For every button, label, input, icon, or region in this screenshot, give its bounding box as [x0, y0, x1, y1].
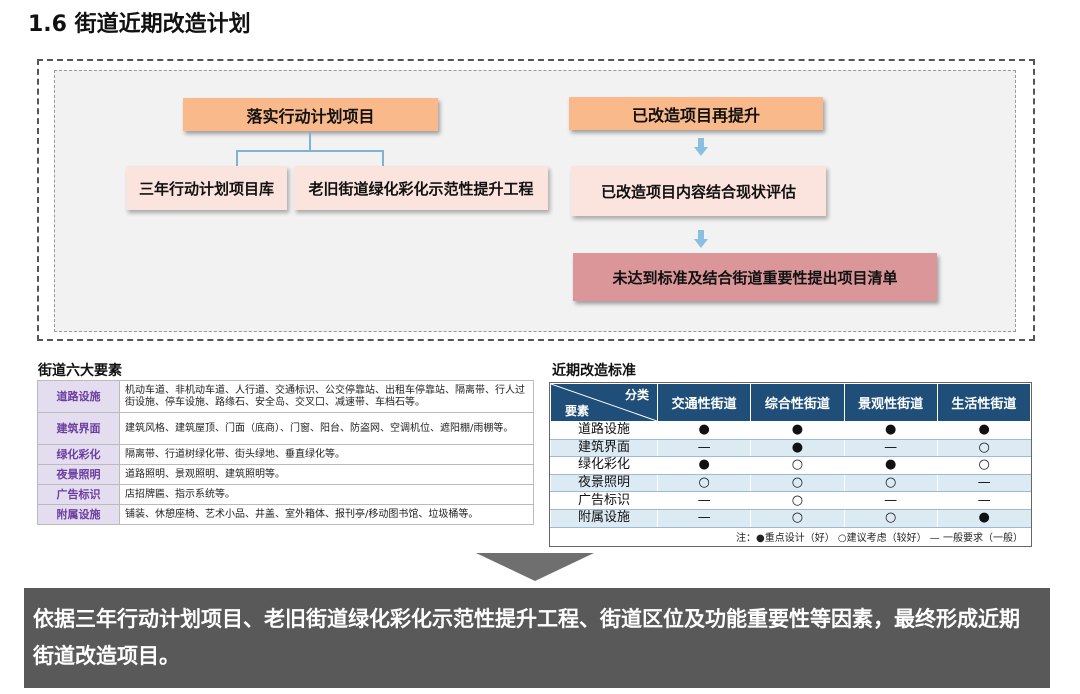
table-row: 夜景照明 ○ ○ ○ —: [550, 474, 1031, 493]
standards-table: 分类 要素 交通性街道 综合性街道 景观性街道 生活性街道 道路设施 ● ● ●…: [549, 382, 1032, 547]
row-label: 附属设施: [550, 509, 658, 528]
rating-cell: ○: [750, 474, 844, 493]
flow-left-child-2: 老旧街道绿化彩化示范性提升工程: [294, 166, 548, 210]
element-key: 绿化彩化: [37, 444, 120, 465]
rating-cell: ●: [750, 421, 844, 440]
rating-cell: —: [936, 491, 1031, 510]
rating-cell: ○: [936, 439, 1031, 458]
table-row: 建筑界面 建筑风格、建筑屋顶、门面（底商）、门窗、阳台、防盗网、空调机位、遮阳棚…: [37, 412, 534, 445]
element-key: 夜景照明: [37, 464, 120, 485]
table-row: 道路设施 ● ● ● ●: [550, 421, 1031, 440]
rating-cell: ●: [936, 509, 1031, 528]
connector-left-drop: [236, 150, 238, 166]
table-row: 附属设施 铺装、休憩座椅、艺术小品、井盖、室外箱体、报刊亭/移动图书馆、垃圾桶等…: [37, 504, 534, 525]
flow-right-header: 已改造项目再提升: [569, 97, 823, 130]
table-row: 广告标识 店招牌匾、指示系统等。: [37, 484, 534, 505]
rating-cell: ○: [656, 474, 751, 493]
rating-cell: ○: [843, 474, 938, 493]
rating-cell: ○: [750, 509, 844, 528]
corner-top-label: 分类: [624, 388, 649, 402]
table-header-row: 分类 要素 交通性街道 综合性街道 景观性街道 生活性街道: [550, 383, 1032, 422]
element-key: 建筑界面: [37, 412, 120, 445]
row-label: 绿化彩化: [550, 456, 658, 475]
standards-heading: 近期改造标准: [552, 363, 636, 379]
element-value: 建筑风格、建筑屋顶、门面（底商）、门窗、阳台、防盗网、空调机位、遮阳棚/雨棚等。: [119, 412, 534, 445]
arrow-down-icon: [694, 230, 708, 248]
flow-right-step-3: 未达到标准及结合街道重要性提出项目清单: [573, 253, 937, 301]
flow-left-header: 落实行动计划项目: [183, 98, 438, 131]
rating-cell: —: [843, 491, 938, 510]
rating-cell: ●: [656, 421, 751, 440]
elements-table: 道路设施 机动车道、非机动车道、人行道、交通标识、公交停靠站、出租车停靠站、隔离…: [37, 380, 534, 525]
rating-cell: —: [656, 509, 751, 528]
connector-vertical: [309, 131, 311, 151]
page-title: 1.6 街道近期改造计划: [28, 12, 251, 37]
rating-cell: ○: [843, 509, 938, 528]
column-header: 交通性街道: [656, 383, 752, 422]
rating-cell: ○: [750, 456, 844, 475]
element-value: 机动车道、非机动车道、人行道、交通标识、公交停靠站、出租车停靠站、隔离带、行人过…: [119, 380, 534, 413]
column-header: 景观性街道: [843, 383, 938, 422]
table-row: 附属设施 — ○ ○ ●: [550, 509, 1031, 528]
element-key: 广告标识: [37, 484, 120, 505]
column-header: 生活性街道: [936, 383, 1032, 422]
corner-header: 分类 要素: [550, 383, 658, 422]
rating-cell: —: [656, 439, 751, 458]
flow-right-step-2: 已改造项目内容结合现状评估: [571, 166, 826, 216]
elements-heading: 街道六大要素: [38, 363, 122, 379]
rating-cell: ○: [750, 491, 844, 510]
element-value: 道路照明、景观照明、建筑照明等。: [119, 464, 534, 485]
rating-cell: ●: [750, 439, 844, 458]
row-label: 道路设施: [550, 421, 658, 440]
table-row: 夜景照明 道路照明、景观照明、建筑照明等。: [37, 464, 534, 485]
element-key: 附属设施: [37, 504, 120, 525]
arrow-down-icon: [694, 138, 708, 156]
row-label: 广告标识: [550, 491, 658, 510]
table-row: 绿化彩化 ● ○ ● ○: [550, 456, 1031, 475]
rating-cell: ●: [656, 456, 751, 475]
rating-cell: —: [843, 439, 938, 458]
element-value: 隔离带、行道树绿化带、街头绿地、垂直绿化等。: [119, 444, 534, 465]
row-label: 夜景照明: [550, 474, 658, 493]
element-value: 店招牌匾、指示系统等。: [119, 484, 534, 505]
rating-cell: ●: [936, 421, 1031, 440]
rating-cell: ●: [843, 456, 938, 475]
rating-cell: ○: [936, 456, 1031, 475]
conclusion-banner: 依据三年行动计划项目、老旧街道绿化彩化示范性提升工程、街道区位及功能重要性等因素…: [24, 588, 1050, 688]
element-value: 铺装、休憩座椅、艺术小品、井盖、室外箱体、报刊亭/移动图书馆、垃圾桶等。: [119, 504, 534, 525]
table-row: 建筑界面 — ● — ○: [550, 439, 1031, 458]
connector-right-drop: [382, 150, 384, 166]
arrow-down-icon: [476, 553, 594, 581]
rating-cell: ●: [843, 421, 938, 440]
column-header: 综合性街道: [750, 383, 845, 422]
connector-horizontal: [236, 150, 384, 152]
table-row: 广告标识 — ○ — —: [550, 491, 1031, 510]
standards-legend: 注：●重点设计（好） ○建议考虑（较好） — 一般要求（一般）: [550, 527, 1031, 546]
rating-cell: —: [656, 491, 751, 510]
element-key: 道路设施: [37, 380, 120, 413]
row-label: 建筑界面: [550, 439, 658, 458]
table-row: 绿化彩化 隔离带、行道树绿化带、街头绿地、垂直绿化等。: [37, 444, 534, 465]
rating-cell: —: [936, 474, 1031, 493]
table-row: 道路设施 机动车道、非机动车道、人行道、交通标识、公交停靠站、出租车停靠站、隔离…: [37, 380, 534, 413]
corner-bottom-label: 要素: [565, 404, 590, 418]
flow-left-child-1: 三年行动计划项目库: [126, 166, 287, 210]
